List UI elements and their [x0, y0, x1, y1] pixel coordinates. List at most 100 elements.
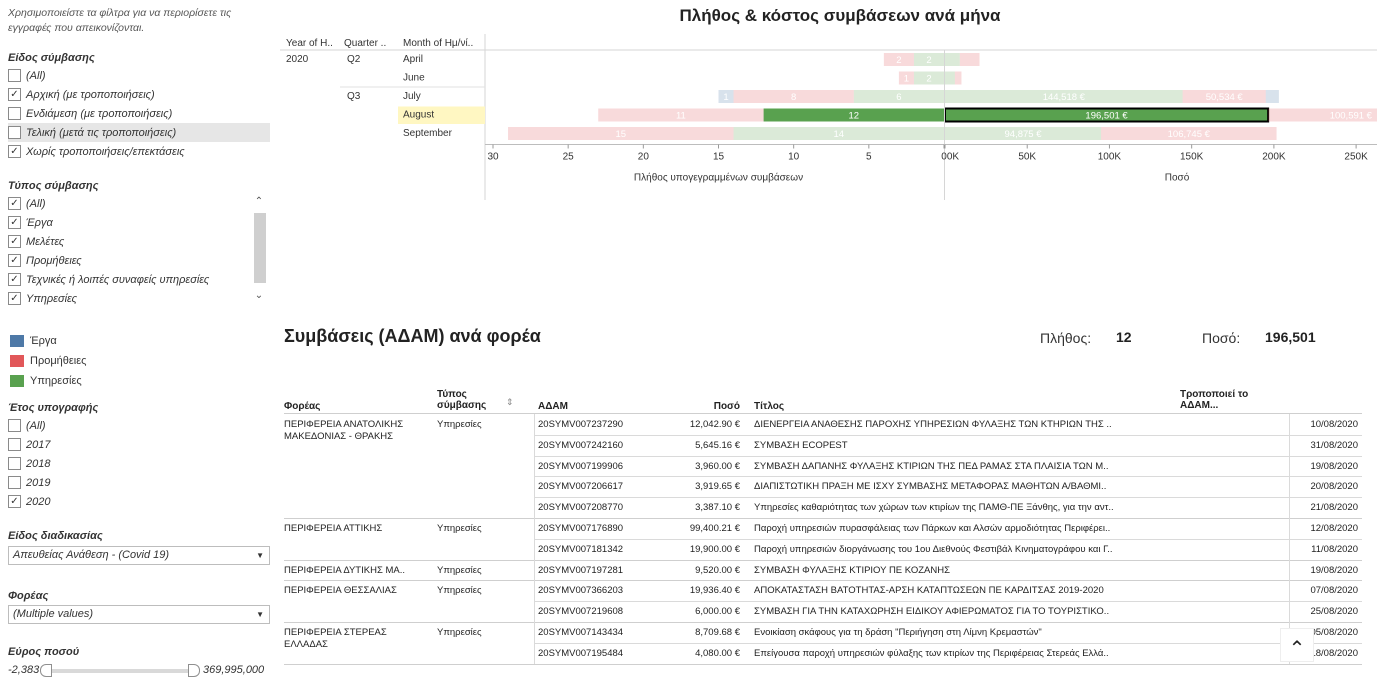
chevron-up-icon[interactable]: ⌃ [253, 196, 265, 208]
section-title: Συμβάσεις (ΑΔΑΜ) ανά φορέα [284, 326, 541, 346]
col-header-title[interactable]: Τίτλος [754, 401, 784, 412]
col-header-type[interactable]: Τύπος σύμβασης [437, 389, 507, 411]
title-cell: ΣΥΜΒΑΣΗ ΓΙΑ ΤΗΝ ΚΑΤΑΧΩΡΗΣΗ ΕΙΔΙΚΟΥ ΑΦΙΕΡ… [754, 606, 1110, 618]
amount-range-max-handle[interactable] [188, 664, 200, 677]
checkbox-icon[interactable] [8, 457, 21, 470]
date-cell: 21/08/2020 [1310, 502, 1358, 514]
col-header-adam[interactable]: ΑΔΑΜ [538, 401, 568, 412]
legend-item[interactable]: Υπηρεσίες [10, 375, 82, 387]
agency-dropdown-value: (Multiple values) [13, 608, 94, 620]
amount-range-min-handle[interactable] [40, 664, 52, 677]
scroll-thumb[interactable] [254, 213, 266, 283]
legend-swatch [10, 355, 24, 367]
table-row[interactable]: 20SYMV007237290 12,042.90 € ΔΙΕΝΕΡΓΕΙΑ ΑΝΑ… [534, 414, 1362, 435]
amount-bar-label: 50,534 € [1206, 92, 1244, 103]
scroll-to-top-button[interactable]: ⌃ [1280, 628, 1314, 662]
checkbox-icon[interactable] [8, 419, 21, 432]
checkbox-checked-icon[interactable]: ✓ [8, 495, 21, 508]
amount-tick-label: 200K [1262, 152, 1286, 163]
header-month: Month of Ημ/νί.. [403, 37, 473, 49]
contract-kind-filter: (All) ✓ Αρχική (με τροποποιήσεις) Ενδιάμεση… [8, 66, 270, 161]
contract-type-option[interactable]: ✓ Τεχνικές ή λοιπές συναφείς υπηρεσίες [8, 270, 270, 289]
amount-cell: 3,919.65 € [695, 481, 740, 493]
procedure-dropdown[interactable]: Απευθείας Ανάθεση - (Covid 19) ▼ [8, 546, 270, 565]
agency-cell: ΠΕΡΙΦΕΡΕΙΑ ΑΤΤΙΚΗΣ [284, 523, 383, 534]
checkbox-checked-icon[interactable]: ✓ [8, 254, 21, 267]
contract-kind-option[interactable]: ✓ Χωρίς τροποποιήσεις/επεκτάσεις [8, 142, 270, 161]
count-tick-label: 30 [487, 152, 499, 163]
sign-year-option[interactable]: ✓ 2020 [8, 492, 270, 511]
count-bar-label: 12 [849, 111, 860, 122]
sort-icon[interactable]: ⇕ [506, 397, 514, 408]
legend-item[interactable]: Προμήθειες [10, 355, 86, 367]
checkbox-checked-icon[interactable]: ✓ [8, 197, 21, 210]
table-row[interactable]: 20SYMV007181342 19,900.00 € Παροχή υπηρεσι… [534, 539, 1362, 560]
legend-item[interactable]: Έργα [10, 335, 57, 347]
sign-year-option[interactable]: 2019 [8, 473, 270, 492]
checkbox-checked-icon[interactable]: ✓ [8, 292, 21, 305]
contract-type-option[interactable]: ✓ Υπηρεσίες [8, 289, 270, 308]
legend-label: Υπηρεσίες [30, 375, 82, 387]
agency-dropdown[interactable]: (Multiple values) ▼ [8, 605, 270, 624]
table-row[interactable]: 20SYMV007143434 8,709.68 € Ενοικίαση σκάφο… [534, 622, 1362, 643]
checkbox-icon[interactable] [8, 438, 21, 451]
contract-type-option[interactable]: ✓ Έργα [8, 213, 270, 232]
legend-swatch [10, 375, 24, 387]
sign-year-filter: (All) 2017 2018 2019 ✓ 2020 [8, 416, 270, 511]
contract-kind-option[interactable]: ✓ Αρχική (με τροποποιήσεις) [8, 85, 270, 104]
table-row[interactable]: 20SYMV007206617 3,919.65 € ΔΙΑΠΙΣΤΩΤΙΚΗ ΠΡ… [534, 476, 1362, 497]
table-row[interactable]: 20SYMV007219608 6,000.00 € ΣΥΜΒΑΣΗ ΓΙΑ ΤΗΝ… [534, 601, 1362, 622]
checkbox-icon[interactable] [8, 476, 21, 489]
contract-kind-option[interactable]: Τελική (μετά τις τροποποιήσεις) [8, 123, 270, 142]
contract-kind-option[interactable]: Ενδιάμεση (με τροποποιήσεις) [8, 104, 270, 123]
contract-type-cell: Υπηρεσίες [437, 627, 482, 638]
checkbox-icon[interactable] [8, 107, 21, 120]
contract-kind-option-label: Αρχική (με τροποποιήσεις) [26, 88, 155, 101]
checkbox-checked-icon[interactable]: ✓ [8, 216, 21, 229]
checkbox-checked-icon[interactable]: ✓ [8, 273, 21, 286]
contract-type-option[interactable]: ✓ Προμήθειες [8, 251, 270, 270]
table-row[interactable]: 20SYMV007366203 19,936.40 € ΑΠΟΚΑΤΑΣΤΑΣΗ Β… [534, 580, 1362, 601]
month-label: June [403, 73, 425, 84]
legend-swatch [10, 335, 24, 347]
table-row[interactable]: 20SYMV007197281 9,520.00 € ΣΥΜΒΑΣΗ ΦΥΛΑΞΗΣ… [534, 560, 1362, 581]
amount-range-track[interactable] [46, 669, 190, 673]
row-divider [284, 663, 1362, 665]
table-row[interactable]: 20SYMV007208770 3,387.10 € Υπηρεσίες καθαρ… [534, 497, 1362, 518]
col-header-agency[interactable]: Φορέας [284, 401, 320, 412]
count-bar-label: 14 [833, 129, 844, 140]
amount-tick-label: 50K [1018, 152, 1036, 163]
contract-type-scrollbar[interactable]: ⌃ ⌄ [252, 196, 266, 306]
sign-year-option[interactable]: (All) [8, 416, 270, 435]
sign-year-option[interactable]: 2017 [8, 435, 270, 454]
table-row[interactable]: 20SYMV007199906 3,960.00 € ΣΥΜΒΑΣΗ ΔΑΠΑΝΗΣ… [534, 456, 1362, 477]
checkbox-icon[interactable] [8, 126, 21, 139]
checkbox-icon[interactable] [8, 69, 21, 82]
amount-bar [945, 53, 960, 66]
checkbox-checked-icon[interactable]: ✓ [8, 235, 21, 248]
sign-year-option-label: 2017 [26, 438, 51, 451]
quarter-label: Q2 [347, 54, 361, 65]
legend-label: Προμήθειες [30, 355, 87, 367]
col-header-modifies[interactable]: Τροποποιεί το ΑΔΑΜ... [1180, 389, 1280, 411]
table-row[interactable]: 20SYMV007242160 5,645.16 € ΣΥΜΒΑΣΗ ECOPEST… [534, 435, 1362, 456]
col-header-amount[interactable]: Ποσό [674, 401, 740, 412]
contract-kind-option[interactable]: (All) [8, 66, 270, 85]
title-cell: Επείγουσα παροχή υπηρεσιών φύλαξης των κ… [754, 647, 1109, 659]
chevron-down-icon[interactable]: ⌄ [253, 290, 265, 302]
procedure-filter-title: Είδος διαδικασίας [8, 530, 103, 542]
amount-cell: 9,520.00 € [695, 564, 740, 576]
count-bar-label: 8 [791, 92, 796, 103]
checkbox-checked-icon[interactable]: ✓ [8, 88, 21, 101]
table-row[interactable]: 20SYMV007195484 4,080.00 € Επείγουσα παροχ… [534, 643, 1362, 664]
table-row[interactable]: 20SYMV007176890 99,400.21 € Παροχή υπηρεσι… [534, 518, 1362, 539]
count-bar-label: 6 [896, 92, 901, 103]
checkbox-checked-icon[interactable]: ✓ [8, 145, 21, 158]
amount-bar-label: 106,745 € [1168, 129, 1211, 140]
contract-type-option[interactable]: ✓ (All) [8, 194, 270, 213]
sign-year-option-label: 2019 [26, 476, 51, 489]
contract-type-option[interactable]: ✓ Μελέτες [8, 232, 270, 251]
contract-kind-filter-title: Είδος σύμβασης [8, 52, 95, 64]
amount-range-min: -2,383 [8, 664, 40, 676]
sign-year-option[interactable]: 2018 [8, 454, 270, 473]
